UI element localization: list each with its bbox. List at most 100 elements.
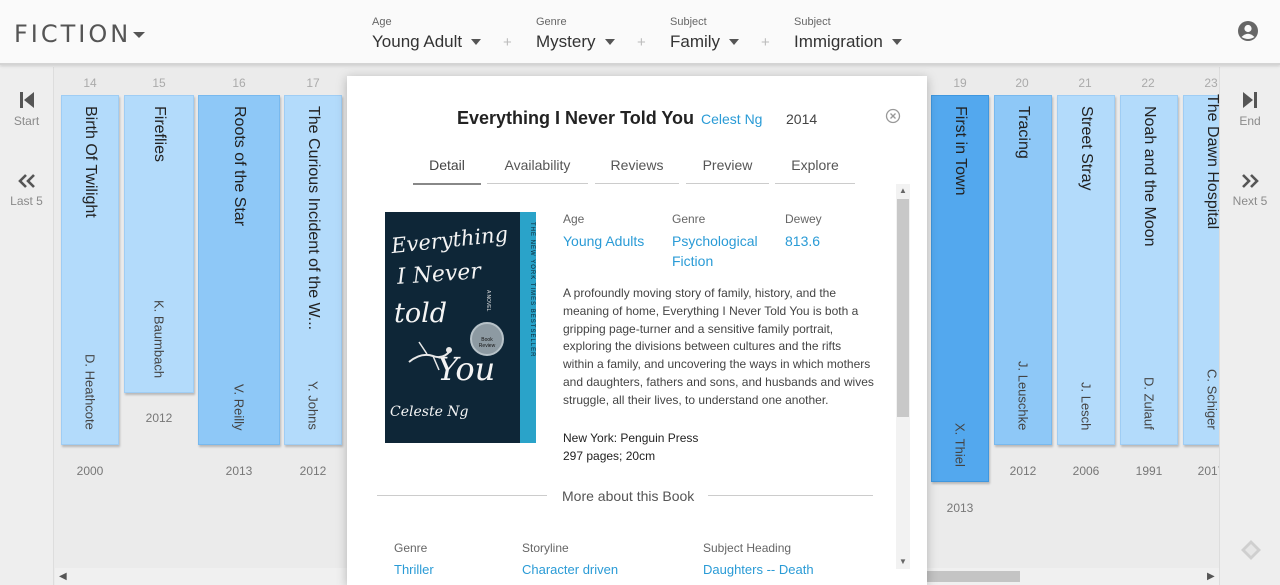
swimmer-illustration — [408, 341, 452, 371]
scrollbar-thumb[interactable] — [897, 199, 909, 417]
more-about-heading: More about this Book — [562, 488, 695, 504]
right-nav: End Next 5 — [1219, 67, 1280, 585]
more-label-storyline: Storyline — [522, 541, 569, 555]
scroll-up-icon[interactable]: ▲ — [899, 186, 907, 195]
book-title: Birth Of Twilight — [82, 106, 99, 218]
cover-title-line: I Never — [396, 259, 482, 290]
filter-value[interactable]: Young Adult — [372, 32, 462, 52]
end-label: End — [1239, 114, 1261, 128]
book-spine[interactable]: Tracing J. Leuschke — [994, 95, 1052, 445]
tab-explore[interactable]: Explore — [775, 157, 855, 184]
start-button[interactable]: Start — [0, 91, 53, 128]
filter-subject-2[interactable]: Subject Immigration — [794, 16, 902, 52]
plus-icon[interactable]: + — [503, 34, 512, 51]
filter-value[interactable]: Immigration — [794, 32, 883, 52]
chevron-down-icon[interactable] — [729, 39, 740, 45]
tab-detail[interactable]: Detail — [413, 157, 481, 185]
tab-availability[interactable]: Availability — [487, 157, 588, 184]
meta-label-age: Age — [563, 212, 585, 226]
book-spine[interactable]: Birth Of Twilight D. Heathcote — [61, 95, 119, 445]
book-year: 2017 — [1197, 464, 1219, 478]
more-value-genre[interactable]: Thriller — [394, 562, 434, 577]
meta-label-genre: Genre — [672, 212, 706, 226]
book-spine[interactable]: Street Stray J. Lesch — [1057, 95, 1115, 445]
book-author: D. Heathcote — [82, 354, 98, 430]
chevron-down-icon[interactable] — [133, 32, 145, 38]
cover-author: Celeste Ng — [390, 404, 469, 420]
book-author: D. Zulauf — [1141, 377, 1157, 430]
modal-scrollbar[interactable]: ▲ ▼ — [896, 184, 910, 569]
book-spine[interactable]: The Curious Incident of the W... Y. John… — [284, 95, 342, 445]
meta-value-dewey[interactable]: 813.6 — [785, 231, 865, 251]
chevron-down-icon[interactable] — [604, 39, 615, 45]
meta-value-genre[interactable]: Psychological Fiction — [672, 231, 772, 271]
filter-genre[interactable]: Genre Mystery — [536, 16, 615, 52]
end-button[interactable]: End — [1220, 91, 1280, 128]
scroll-down-icon[interactable]: ▼ — [899, 557, 907, 566]
meta-value-age[interactable]: Young Adults — [563, 231, 658, 251]
more-value-subject[interactable]: Daughters -- Death — [703, 562, 814, 577]
meta-label-dewey: Dewey — [785, 212, 822, 226]
book-title: Tracing — [1015, 106, 1032, 159]
chevron-down-icon[interactable] — [891, 39, 902, 45]
tab-reviews[interactable]: Reviews — [595, 157, 679, 184]
book-spine[interactable]: First in Town X. Thiel — [931, 95, 989, 482]
badge-text: Book Review — [478, 337, 496, 349]
book-author: K. Baumbach — [151, 299, 167, 378]
filter-label: Subject — [670, 16, 707, 28]
plus-icon[interactable]: + — [761, 34, 770, 51]
cover-title-line: Everything — [390, 221, 510, 259]
left-nav: Start Last 5 — [0, 67, 54, 585]
top-header: FICTION Age Young Adult + Genre Mystery … — [0, 0, 1280, 65]
filter-subject-1[interactable]: Subject Family — [670, 16, 740, 52]
book-author: X. Thiel — [952, 423, 968, 467]
book-year: 1991 — [1135, 464, 1163, 478]
publisher: New York: Penguin Press — [563, 431, 699, 445]
chevron-down-icon[interactable] — [471, 39, 482, 45]
shelf-number: 16 — [232, 76, 246, 90]
book-spine[interactable]: Fireflies K. Baumbach — [124, 95, 194, 393]
book-year: 2012 — [299, 464, 327, 478]
book-title: Noah and the Moon — [1141, 106, 1158, 247]
filter-value[interactable]: Mystery — [536, 32, 596, 52]
shelf-number: 23 — [1204, 76, 1218, 90]
book-title: The Curious Incident of the W... — [305, 106, 322, 331]
next5-label: Next 5 — [1232, 194, 1268, 208]
section-title[interactable]: FICTION — [14, 20, 131, 48]
book-spine[interactable]: The Dawn Hospital C. Schiger — [1183, 94, 1220, 445]
filter-label: Subject — [794, 16, 831, 28]
book-year: 2006 — [1072, 464, 1100, 478]
book-title: Street Stray — [1078, 106, 1095, 191]
plus-icon[interactable]: + — [637, 34, 646, 51]
more-value-storyline[interactable]: Character driven — [522, 562, 618, 577]
user-account-icon[interactable] — [1237, 20, 1259, 42]
last5-label: Last 5 — [10, 194, 43, 208]
divider — [377, 495, 547, 496]
book-spine[interactable]: Roots of the Star V. Reilly — [198, 95, 280, 445]
award-badge: Book Review — [470, 322, 504, 356]
last5-button[interactable]: Last 5 — [0, 173, 53, 208]
shelf-number: 19 — [953, 76, 967, 90]
next5-button[interactable]: Next 5 — [1220, 173, 1280, 208]
shelf-number: 21 — [1078, 76, 1092, 90]
close-icon[interactable] — [885, 108, 901, 124]
book-detail-year: 2014 — [786, 111, 818, 127]
book-year: 2012 — [1009, 464, 1037, 478]
filter-value[interactable]: Family — [670, 32, 720, 52]
book-cover-image[interactable]: THE NEW YORK TIMES BESTSELLER Everything… — [385, 212, 536, 443]
skip-first-icon — [19, 92, 34, 108]
book-description: A profoundly moving story of family, his… — [563, 286, 874, 407]
scroll-right-icon[interactable]: ▶ — [1207, 571, 1215, 582]
book-year: 2013 — [946, 501, 974, 515]
start-label: Start — [13, 114, 40, 128]
book-author: C. Schiger — [1204, 369, 1220, 430]
scrollbar-thumb[interactable] — [927, 571, 1020, 582]
book-spine[interactable]: Noah and the Moon D. Zulauf — [1120, 95, 1178, 445]
shelf-number: 15 — [152, 76, 166, 90]
skip-last-icon — [1243, 92, 1257, 108]
filter-age[interactable]: Age Young Adult — [372, 16, 482, 52]
tag-icon[interactable] — [1240, 539, 1262, 561]
book-detail-author[interactable]: Celest Ng — [701, 111, 762, 127]
scroll-left-icon[interactable]: ◀ — [59, 571, 67, 582]
tab-preview[interactable]: Preview — [686, 157, 769, 184]
